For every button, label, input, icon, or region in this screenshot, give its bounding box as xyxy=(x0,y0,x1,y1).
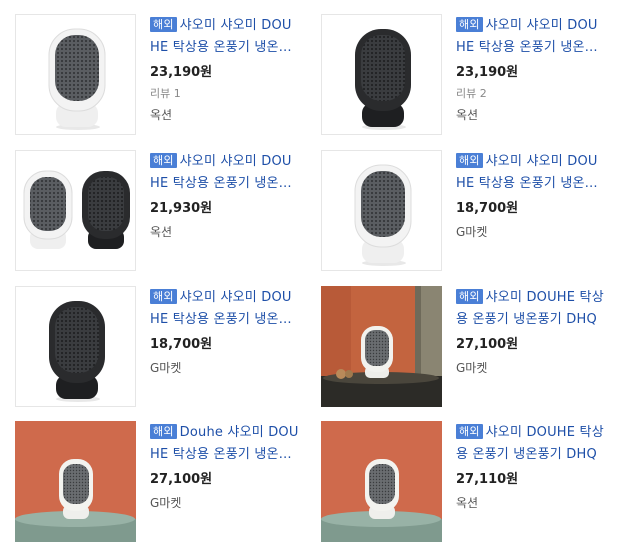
seller-name: G마켓 xyxy=(456,225,488,239)
product-card[interactable]: 해외샤오미 샤오미 DOUHE 탁상용 온풍기 냉온풍기 21,930원 옥션 xyxy=(0,150,300,275)
product-card[interactable]: 해외Douhe 샤오미 DOUHE 탁상용 온풍기 냉온풍기 27,100원 G… xyxy=(0,421,300,546)
product-price: 27,100원 xyxy=(456,337,519,352)
product-thumbnail[interactable] xyxy=(15,14,136,135)
product-info: 해외샤오미 샤오미 DOUHE 탁상용 온풍기 냉온풍기 21,930원 옥션 xyxy=(150,150,300,240)
seller-name: G마켓 xyxy=(150,361,182,375)
product-title[interactable]: 해외Douhe 샤오미 DOUHE 탁상용 온풍기 냉온풍기 xyxy=(150,422,300,466)
product-card[interactable]: 해외샤오미 샤오미 DOUHE 탁상용 온풍기 냉온풍기 18,700원 G마켓 xyxy=(306,150,606,275)
product-thumbnail[interactable] xyxy=(15,150,136,271)
product-title[interactable]: 해외샤오미 샤오미 DOUHE 탁상용 온풍기 냉온풍기 xyxy=(150,151,300,195)
heater-orange-wall-photo xyxy=(321,421,442,542)
product-card[interactable]: 해외샤오미 샤오미 DOUHE 탁상용 온풍기 냉온풍기 23,190원 리뷰 … xyxy=(0,14,300,139)
product-title[interactable]: 해외 샤오미 DOUHE 탁상용 온풍기 냉온풍기 DHQ xyxy=(456,287,606,331)
product-price: 18,700원 xyxy=(150,337,213,352)
product-title[interactable]: 해외샤오미 샤오미 DOUHE 탁상용 온풍기 냉온풍기 xyxy=(150,287,300,331)
white-heater-icon xyxy=(48,28,106,130)
black-heater-icon xyxy=(49,301,105,402)
product-card[interactable]: 해외샤오미 샤오미 DOUHE 탁상용 온풍기 냉온풍기 23,190원 리뷰 … xyxy=(306,14,606,139)
heater-on-table-photo xyxy=(321,286,442,407)
product-thumbnail[interactable] xyxy=(321,150,442,271)
seller-name: 옥션 xyxy=(456,108,479,122)
overseas-badge: 해외 xyxy=(456,289,483,304)
product-thumbnail[interactable] xyxy=(15,421,136,542)
seller-name: 옥션 xyxy=(456,496,479,510)
white-heater-icon xyxy=(354,164,412,266)
product-info: 해외Douhe 샤오미 DOUHE 탁상용 온풍기 냉온풍기 27,100원 G… xyxy=(150,421,300,511)
product-card[interactable]: 해외샤오미 샤오미 DOUHE 탁상용 온풍기 냉온풍기 18,700원 G마켓 xyxy=(0,286,300,411)
overseas-badge: 해외 xyxy=(150,153,177,168)
product-thumbnail[interactable] xyxy=(321,286,442,407)
seller-name: 옥션 xyxy=(150,225,173,239)
product-thumbnail[interactable] xyxy=(321,421,442,542)
product-card[interactable]: 해외 샤오미 DOUHE 탁상용 온풍기 냉온풍기 DHQ 27,100원 G마켓 xyxy=(306,286,606,411)
overseas-badge: 해외 xyxy=(456,424,483,439)
product-info: 해외 샤오미 DOUHE 탁상용 온풍기 냉온풍기 DHQ 27,110원 옥션 xyxy=(456,421,606,511)
heater-orange-wall-photo xyxy=(15,421,136,542)
product-title[interactable]: 해외샤오미 샤오미 DOUHE 탁상용 온풍기 냉온풍기 xyxy=(456,151,606,195)
product-price: 27,100원 xyxy=(150,472,213,487)
product-grid: 해외샤오미 샤오미 DOUHE 탁상용 온풍기 냉온풍기 23,190원 리뷰 … xyxy=(0,0,628,559)
black-heater-icon xyxy=(355,29,411,130)
overseas-badge: 해외 xyxy=(150,424,177,439)
product-title[interactable]: 해외샤오미 샤오미 DOUHE 탁상용 온풍기 냉온풍기 xyxy=(150,15,300,59)
product-info: 해외샤오미 샤오미 DOUHE 탁상용 온풍기 냉온풍기 18,700원 G마켓 xyxy=(150,286,300,376)
overseas-badge: 해외 xyxy=(456,17,483,32)
review-count[interactable]: 리뷰 1 xyxy=(150,86,300,102)
product-info: 해외 샤오미 DOUHE 탁상용 온풍기 냉온풍기 DHQ 27,100원 G마켓 xyxy=(456,286,606,376)
seller-name: G마켓 xyxy=(150,496,182,510)
product-info: 해외샤오미 샤오미 DOUHE 탁상용 온풍기 냉온풍기 23,190원 리뷰 … xyxy=(150,14,300,123)
product-price: 23,190원 xyxy=(150,65,213,80)
product-title[interactable]: 해외샤오미 샤오미 DOUHE 탁상용 온풍기 냉온풍기 xyxy=(456,15,606,59)
white-and-black-heaters-icon xyxy=(23,170,130,249)
product-title[interactable]: 해외 샤오미 DOUHE 탁상용 온풍기 냉온풍기 DHQ xyxy=(456,422,606,466)
overseas-badge: 해외 xyxy=(150,289,177,304)
product-price: 23,190원 xyxy=(456,65,519,80)
overseas-badge: 해외 xyxy=(150,17,177,32)
product-price: 18,700원 xyxy=(456,201,519,216)
product-info: 해외샤오미 샤오미 DOUHE 탁상용 온풍기 냉온풍기 18,700원 G마켓 xyxy=(456,150,606,240)
product-thumbnail[interactable] xyxy=(15,286,136,407)
product-info: 해외샤오미 샤오미 DOUHE 탁상용 온풍기 냉온풍기 23,190원 리뷰 … xyxy=(456,14,606,123)
product-price: 27,110원 xyxy=(456,472,519,487)
product-card[interactable]: 해외 샤오미 DOUHE 탁상용 온풍기 냉온풍기 DHQ 27,110원 옥션 xyxy=(306,421,606,546)
seller-name: 옥션 xyxy=(150,108,173,122)
seller-name: G마켓 xyxy=(456,361,488,375)
product-price: 21,930원 xyxy=(150,201,213,216)
overseas-badge: 해외 xyxy=(456,153,483,168)
review-count[interactable]: 리뷰 2 xyxy=(456,86,606,102)
product-thumbnail[interactable] xyxy=(321,14,442,135)
